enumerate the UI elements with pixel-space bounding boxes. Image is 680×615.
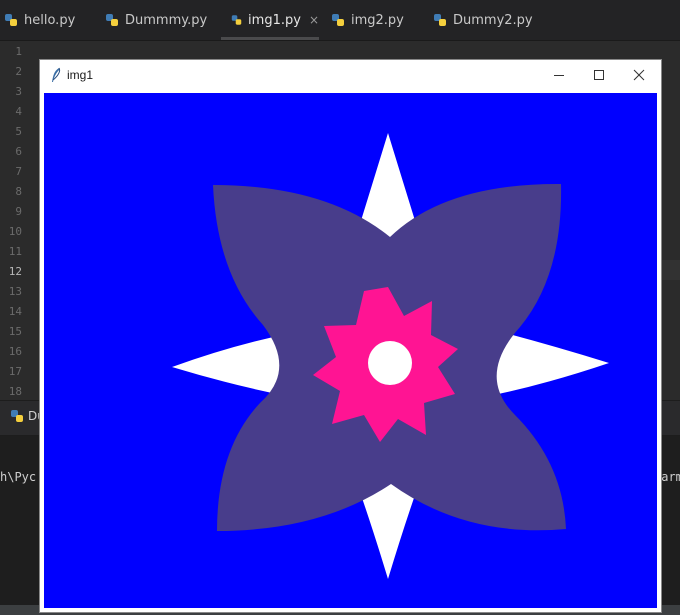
minimize-icon — [554, 75, 564, 76]
close-icon — [633, 69, 645, 81]
line-number: 17 — [8, 365, 22, 378]
turtle-canvas-frame — [42, 91, 659, 610]
line-number: 16 — [8, 345, 22, 358]
line-number: 11 — [8, 245, 22, 258]
python-file-icon — [332, 14, 344, 26]
flower-drawing — [172, 133, 609, 579]
tab-hello-py[interactable]: hello.py — [4, 0, 75, 40]
tab-dummmy-py[interactable]: Dummmy.py — [105, 0, 207, 40]
editor-tab-bar: hello.py Dummmy.py img1.py × img2.py Dum… — [0, 0, 680, 41]
python-file-icon — [106, 14, 118, 26]
line-number: 6 — [15, 145, 22, 158]
turtle-window-titlebar[interactable]: img1 — [40, 60, 661, 90]
close-button[interactable] — [619, 60, 659, 90]
turtle-window[interactable]: img1 — [39, 59, 662, 613]
minimize-button[interactable] — [539, 60, 579, 90]
line-number: 10 — [8, 225, 22, 238]
line-number: 3 — [15, 85, 22, 98]
python-file-icon — [5, 14, 17, 26]
line-number: 5 — [15, 125, 22, 138]
line-number-current: 12 — [8, 265, 22, 278]
tab-label: hello.py — [24, 12, 76, 28]
maximize-icon — [594, 70, 604, 80]
tab-label: img1.py — [248, 12, 301, 28]
terminal-output-left: h\Pyc — [0, 470, 37, 484]
line-number: 13 — [8, 285, 22, 298]
tab-dummy2-py[interactable]: Dummy2.py — [433, 0, 533, 40]
tab-label: Dummmy.py — [125, 12, 208, 28]
tab-label: Dummy2.py — [453, 12, 533, 28]
line-number: 7 — [15, 165, 22, 178]
tab-close-icon[interactable]: × — [309, 13, 319, 27]
line-number: 15 — [8, 325, 22, 338]
active-tab-indicator — [221, 37, 319, 40]
line-number: 14 — [8, 305, 22, 318]
tab-img1-py[interactable]: img1.py × — [221, 0, 319, 40]
line-number: 9 — [15, 205, 22, 218]
line-number: 1 — [15, 45, 22, 58]
line-number-gutter: 1 2 3 4 5 6 7 8 9 10 11 12 13 14 15 16 1… — [0, 41, 40, 411]
line-number: 8 — [15, 185, 22, 198]
turtle-window-title: img1 — [67, 68, 94, 82]
ide-window: hello.py Dummmy.py img1.py × img2.py Dum… — [0, 0, 680, 615]
line-number: 18 — [8, 385, 22, 398]
python-file-icon — [231, 15, 242, 25]
tab-img2-py[interactable]: img2.py — [331, 0, 404, 40]
feather-icon — [52, 67, 61, 82]
maximize-button[interactable] — [579, 60, 619, 90]
turtle-canvas[interactable] — [44, 93, 657, 608]
python-file-icon — [434, 14, 446, 26]
tab-label: img2.py — [351, 12, 404, 28]
line-number: 4 — [15, 105, 22, 118]
python-file-icon — [11, 410, 23, 422]
line-number: 2 — [15, 65, 22, 78]
flower-center — [368, 341, 412, 385]
